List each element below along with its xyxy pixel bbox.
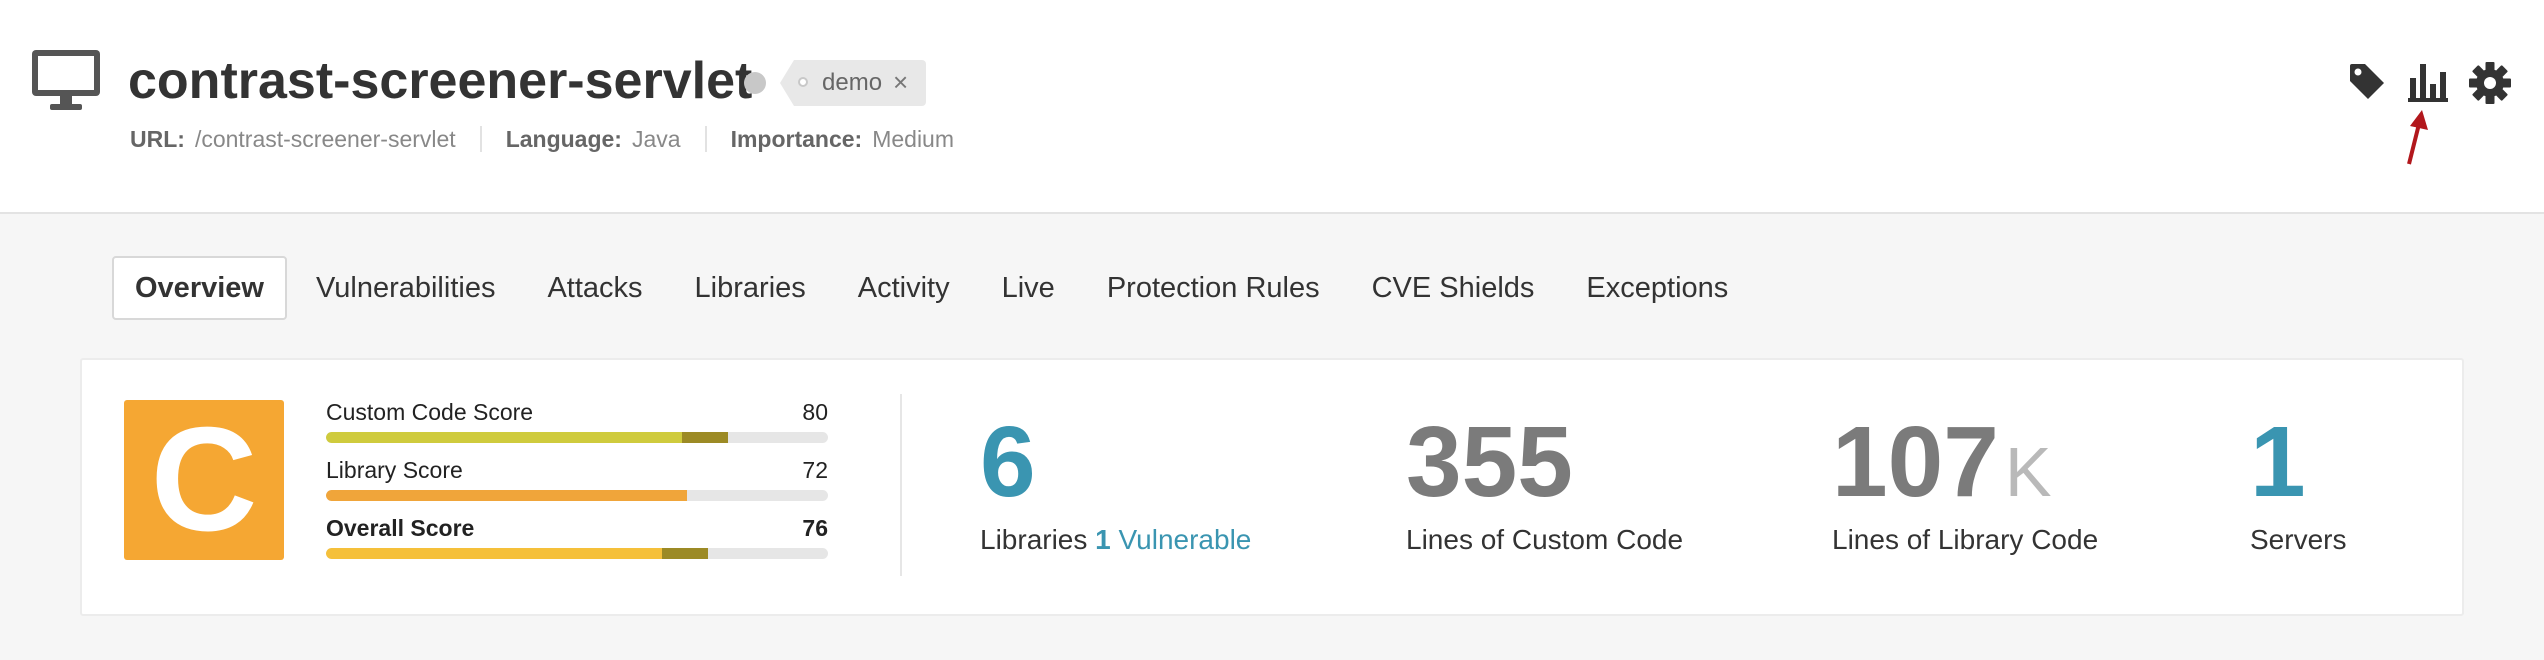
card-divider [900, 394, 902, 576]
stat-libraries[interactable]: 6 Libraries 1 Vulnerable [980, 412, 1251, 556]
grade-badge: C [124, 400, 284, 560]
score-bar-marker [662, 548, 708, 559]
tab-bar: Overview Vulnerabilities Attacks Librari… [112, 256, 1757, 320]
tag-chip[interactable]: demo × [780, 60, 926, 106]
stat-value: 355 [1406, 406, 1573, 518]
tab-attacks[interactable]: Attacks [524, 256, 665, 320]
stat-value: 1 [2250, 406, 2306, 518]
tag-remove-button[interactable]: × [893, 67, 908, 97]
score-bar [326, 490, 828, 501]
meta-divider [704, 126, 707, 152]
stat-value-wrapper: 107K [1832, 412, 2098, 512]
score-label: Library Score [326, 457, 463, 483]
desktop-icon [32, 50, 100, 110]
stat-label: Lines of Library Code [1832, 524, 2099, 555]
stat-value: 107 [1832, 406, 1999, 518]
meta-language-label: Language: [505, 125, 622, 152]
vulnerable-link[interactable]: Vulnerable [1119, 524, 1252, 555]
vulnerable-count[interactable]: 1 [1095, 524, 1111, 555]
status-dot [744, 72, 766, 94]
tab-live[interactable]: Live [979, 256, 1078, 320]
score-value: 76 [802, 515, 828, 541]
stat-value: 6 [980, 406, 1036, 518]
tab-activity[interactable]: Activity [835, 256, 973, 320]
tag-hole [798, 77, 808, 87]
meta-importance-value: Medium [872, 125, 955, 152]
tab-cve-shields[interactable]: CVE Shields [1349, 256, 1558, 320]
meta-language-value: Java [631, 125, 681, 152]
gear-icon[interactable] [2469, 62, 2511, 104]
score-value: 72 [802, 457, 828, 483]
score-bar-marker [682, 432, 728, 443]
score-label: Overall Score [326, 515, 475, 541]
score-bar-fill [326, 490, 687, 501]
tag-label: demo [822, 69, 883, 96]
score-bar-fill [326, 548, 708, 559]
meta-url-value: /contrast-screener-servlet [194, 125, 456, 152]
tab-exceptions[interactable]: Exceptions [1563, 256, 1751, 320]
stat-label: Libraries 1 Vulnerable [980, 524, 1251, 556]
score-bar-fill [326, 432, 728, 443]
app-header: contrast-screener-servlet demo × URL: /c… [0, 0, 2544, 214]
meta-divider [479, 126, 482, 152]
stat-label: Servers [2250, 524, 2347, 555]
stat-servers[interactable]: 1 Servers [2250, 412, 2346, 556]
score-value: 80 [802, 399, 828, 425]
meta-language: Language: Java [506, 126, 681, 153]
tab-protection-rules[interactable]: Protection Rules [1084, 256, 1343, 320]
bar-chart-icon[interactable] [2408, 62, 2448, 102]
stat-unit: K [2004, 433, 2052, 511]
stat-custom-code: 355 Lines of Custom Code [1406, 412, 1683, 556]
tag-icon[interactable] [2348, 62, 2386, 102]
score-bar [326, 548, 828, 559]
meta-url-label: URL: [130, 125, 185, 152]
app-meta: URL: /contrast-screener-servlet Language… [130, 124, 954, 154]
summary-card: C Custom Code Score 80 Library Score 72 … [80, 358, 2464, 616]
app-title: contrast-screener-servlet [128, 52, 753, 110]
tab-overview[interactable]: Overview [112, 256, 287, 320]
meta-importance: Importance: Medium [731, 126, 954, 153]
stat-library-code: 107K Lines of Library Code [1832, 412, 2098, 556]
tab-vulnerabilities[interactable]: Vulnerabilities [293, 256, 518, 320]
score-bar [326, 432, 828, 443]
stat-label-text: Libraries [980, 524, 1088, 555]
stat-label: Lines of Custom Code [1406, 524, 1684, 555]
annotation-arrow-icon [2407, 110, 2428, 165]
tab-libraries[interactable]: Libraries [672, 256, 829, 320]
score-label: Custom Code Score [326, 399, 534, 425]
meta-url: URL: /contrast-screener-servlet [130, 126, 456, 153]
meta-importance-label: Importance: [730, 125, 863, 152]
